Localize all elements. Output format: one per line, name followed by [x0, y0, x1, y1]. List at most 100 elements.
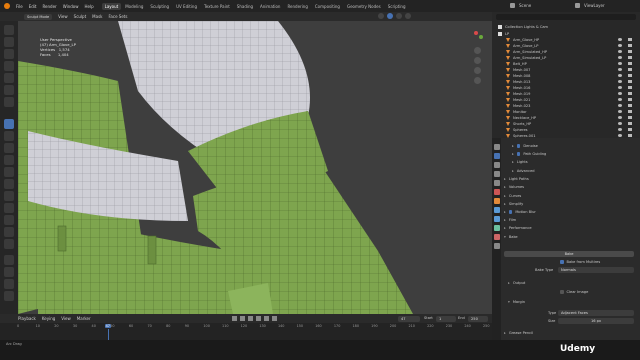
scrape-brush-icon[interactable]	[4, 179, 14, 189]
mesh-filter-icon[interactable]	[4, 255, 14, 265]
timeline-ruler[interactable]: 0 10 20 30 40 47 50 60 70 80 90 100 110 120 130 140 150 1…	[0, 314, 492, 340]
panel-section-header[interactable]: ▸ Advanced	[512, 168, 535, 174]
eye-icon[interactable]	[618, 74, 622, 77]
world-tab-icon[interactable]	[493, 189, 500, 195]
output-tab-icon[interactable]	[493, 162, 500, 168]
grease-pencil-section-header[interactable]: ▸ Grease Pencil	[504, 330, 533, 336]
clay-strips-brush-icon[interactable]	[4, 61, 14, 71]
rendered-shading-icon[interactable]	[405, 13, 411, 19]
eye-icon[interactable]	[618, 38, 622, 41]
camera-view-icon[interactable]	[474, 67, 481, 74]
render-camera-icon[interactable]	[628, 62, 632, 65]
tab-scripting[interactable]: Scripting	[385, 3, 409, 10]
draw-brush-icon[interactable]	[4, 25, 14, 35]
menu-view[interactable]: View	[58, 14, 68, 19]
navigation-gizmo[interactable]	[474, 31, 484, 41]
wireframe-shading-icon[interactable]	[378, 13, 384, 19]
blender-logo-icon[interactable]	[4, 3, 10, 9]
margin-type-dropdown[interactable]: Adjacent Faces	[558, 310, 634, 316]
tab-modeling[interactable]: Modeling	[122, 3, 146, 10]
render-camera-icon[interactable]	[628, 116, 632, 119]
flatten-brush-icon[interactable]	[4, 155, 14, 165]
panel-section-header[interactable]: ▸ Denoise	[512, 143, 538, 149]
panel-section-header[interactable]: ▸ Performance	[504, 225, 532, 231]
tab-shading[interactable]: Shading	[234, 3, 256, 10]
inflate-brush-icon[interactable]	[4, 85, 14, 95]
snake-hook-brush-icon[interactable]	[4, 203, 14, 213]
view-layer-tab-icon[interactable]	[493, 171, 500, 177]
tool-tab-icon[interactable]	[493, 144, 500, 150]
view-layer-selector[interactable]: ViewLayer	[575, 3, 605, 8]
fill-brush-icon[interactable]	[4, 167, 14, 177]
pinch-brush-icon[interactable]	[4, 191, 14, 201]
zoom-icon[interactable]	[474, 47, 481, 54]
annotate-icon[interactable]	[4, 291, 14, 301]
menu-face-sets[interactable]: Face Sets	[108, 14, 127, 19]
mask-brush-icon[interactable]	[4, 227, 14, 237]
eye-icon[interactable]	[618, 110, 622, 113]
menu-window[interactable]: Window	[63, 4, 79, 9]
panel-section-header[interactable]: ▸ Light Paths	[504, 176, 529, 182]
panel-section-header[interactable]: ▾ Bake	[504, 234, 518, 240]
margin-size-field[interactable]: 16 px	[558, 318, 634, 324]
margin-section-header[interactable]: ▾ Margin	[508, 299, 525, 305]
eye-icon[interactable]	[618, 98, 622, 101]
eye-icon[interactable]	[618, 68, 622, 71]
panel-section-header[interactable]: ▸ Curves	[504, 193, 521, 199]
section-checkbox[interactable]	[516, 152, 521, 156]
menu-mask[interactable]: Mask	[92, 14, 102, 19]
tab-animation[interactable]: Animation	[257, 3, 283, 10]
move-icon[interactable]	[4, 267, 14, 277]
tab-texture-paint[interactable]: Texture Paint	[201, 3, 233, 10]
render-camera-icon[interactable]	[628, 98, 632, 101]
panel-section-header[interactable]: ▸ Volumes	[504, 184, 524, 190]
panel-section-header[interactable]: ▸ Simplify	[504, 201, 523, 207]
menu-sculpt[interactable]: Sculpt	[74, 14, 87, 19]
thumb-brush-icon[interactable]	[4, 215, 14, 225]
clay-brush-icon[interactable]	[4, 49, 14, 59]
tab-rendering[interactable]: Rendering	[284, 3, 310, 10]
render-camera-icon[interactable]	[628, 38, 632, 41]
render-camera-icon[interactable]	[628, 80, 632, 83]
render-camera-icon[interactable]	[628, 56, 632, 59]
menu-file[interactable]: File	[16, 4, 23, 9]
menu-help[interactable]: Help	[84, 4, 93, 9]
render-tab-icon[interactable]	[493, 153, 500, 159]
tab-compositing[interactable]: Compositing	[312, 3, 343, 10]
section-checkbox[interactable]	[508, 210, 513, 214]
eye-icon[interactable]	[618, 134, 622, 137]
material-tab-icon[interactable]	[493, 234, 500, 240]
scene-tab-icon[interactable]	[493, 180, 500, 186]
render-camera-icon[interactable]	[628, 44, 632, 47]
3d-viewport[interactable]: User Perspective (47) Arm_Glove_LP Verti…	[18, 21, 492, 314]
physics-tab-icon[interactable]	[493, 216, 500, 222]
bake-type-dropdown[interactable]: Normals	[558, 267, 634, 273]
render-camera-icon[interactable]	[628, 74, 632, 77]
eye-icon[interactable]	[618, 116, 622, 119]
eye-icon[interactable]	[618, 62, 622, 65]
object-tab-icon[interactable]	[493, 198, 500, 204]
draw-sharp-brush-icon[interactable]	[4, 37, 14, 47]
render-camera-icon[interactable]	[628, 110, 632, 113]
playhead-line[interactable]	[107, 329, 109, 340]
data-tab-icon[interactable]	[493, 225, 500, 231]
render-camera-icon[interactable]	[628, 50, 632, 53]
eye-icon[interactable]	[618, 80, 622, 83]
blob-brush-icon[interactable]	[4, 97, 14, 107]
panel-section-header[interactable]: ▸ Film	[504, 217, 516, 223]
modifier-tab-icon[interactable]	[493, 207, 500, 213]
menu-render[interactable]: Render	[42, 4, 56, 9]
perspective-toggle-icon[interactable]	[474, 77, 481, 84]
bake-multires-checkbox[interactable]: Bake from Multires	[560, 259, 600, 265]
panel-section-header[interactable]: ▸ Motion Blur	[504, 209, 536, 215]
eye-icon[interactable]	[618, 86, 622, 89]
render-camera-icon[interactable]	[628, 134, 632, 137]
box-mask-icon[interactable]	[4, 239, 14, 249]
outliner-collection-row[interactable]: Collection Lights & Cam	[492, 23, 640, 30]
eye-icon[interactable]	[618, 92, 622, 95]
material-shading-icon[interactable]	[396, 13, 402, 19]
tab-layout[interactable]: Layout	[101, 2, 122, 10]
layer-brush-icon[interactable]	[4, 73, 14, 83]
clear-image-checkbox[interactable]: Clear Image	[560, 289, 588, 295]
eye-icon[interactable]	[618, 44, 622, 47]
